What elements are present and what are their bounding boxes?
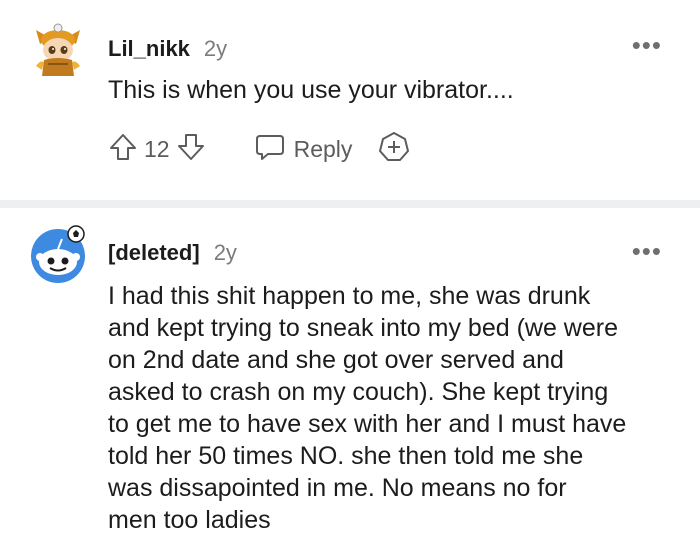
comment-divider (0, 200, 700, 208)
more-icon: ••• (631, 30, 662, 60)
more-options-button[interactable]: ••• (632, 236, 662, 267)
more-icon: ••• (631, 236, 662, 266)
comment-meta: [deleted] 2y (108, 240, 237, 266)
vote-score: 12 (144, 135, 170, 162)
user-avatar[interactable] (30, 22, 86, 78)
comment-body: I had this shit happen to me, she was dr… (108, 282, 627, 534)
username-deleted: [deleted] (108, 240, 200, 265)
more-options-button[interactable]: ••• (632, 30, 662, 61)
comment-time: 2y (213, 240, 237, 265)
award-button[interactable] (378, 131, 410, 168)
username-link[interactable]: Lil_nikk (108, 36, 190, 62)
reply-label: Reply (293, 135, 353, 162)
reply-icon (254, 132, 286, 167)
upvote-icon[interactable] (108, 132, 138, 167)
reply-button[interactable]: Reply (254, 132, 353, 167)
comment-body: This is when you use your vibrator.... (108, 76, 514, 104)
comment-time: 2y (203, 36, 228, 61)
award-icon (378, 131, 410, 168)
comment-2: [deleted] 2y ••• I had this shit happen … (0, 208, 700, 557)
comment-1: Lil_nikk 2y ••• This is when you use you… (0, 0, 700, 200)
snoo-avatar-icon (36, 23, 80, 76)
comment-actions: 12 Reply (108, 131, 410, 167)
comment-meta: Lil_nikk 2y (108, 36, 227, 62)
default-avatar-icon (31, 225, 85, 283)
user-avatar[interactable] (28, 224, 85, 283)
downvote-icon[interactable] (176, 132, 206, 167)
